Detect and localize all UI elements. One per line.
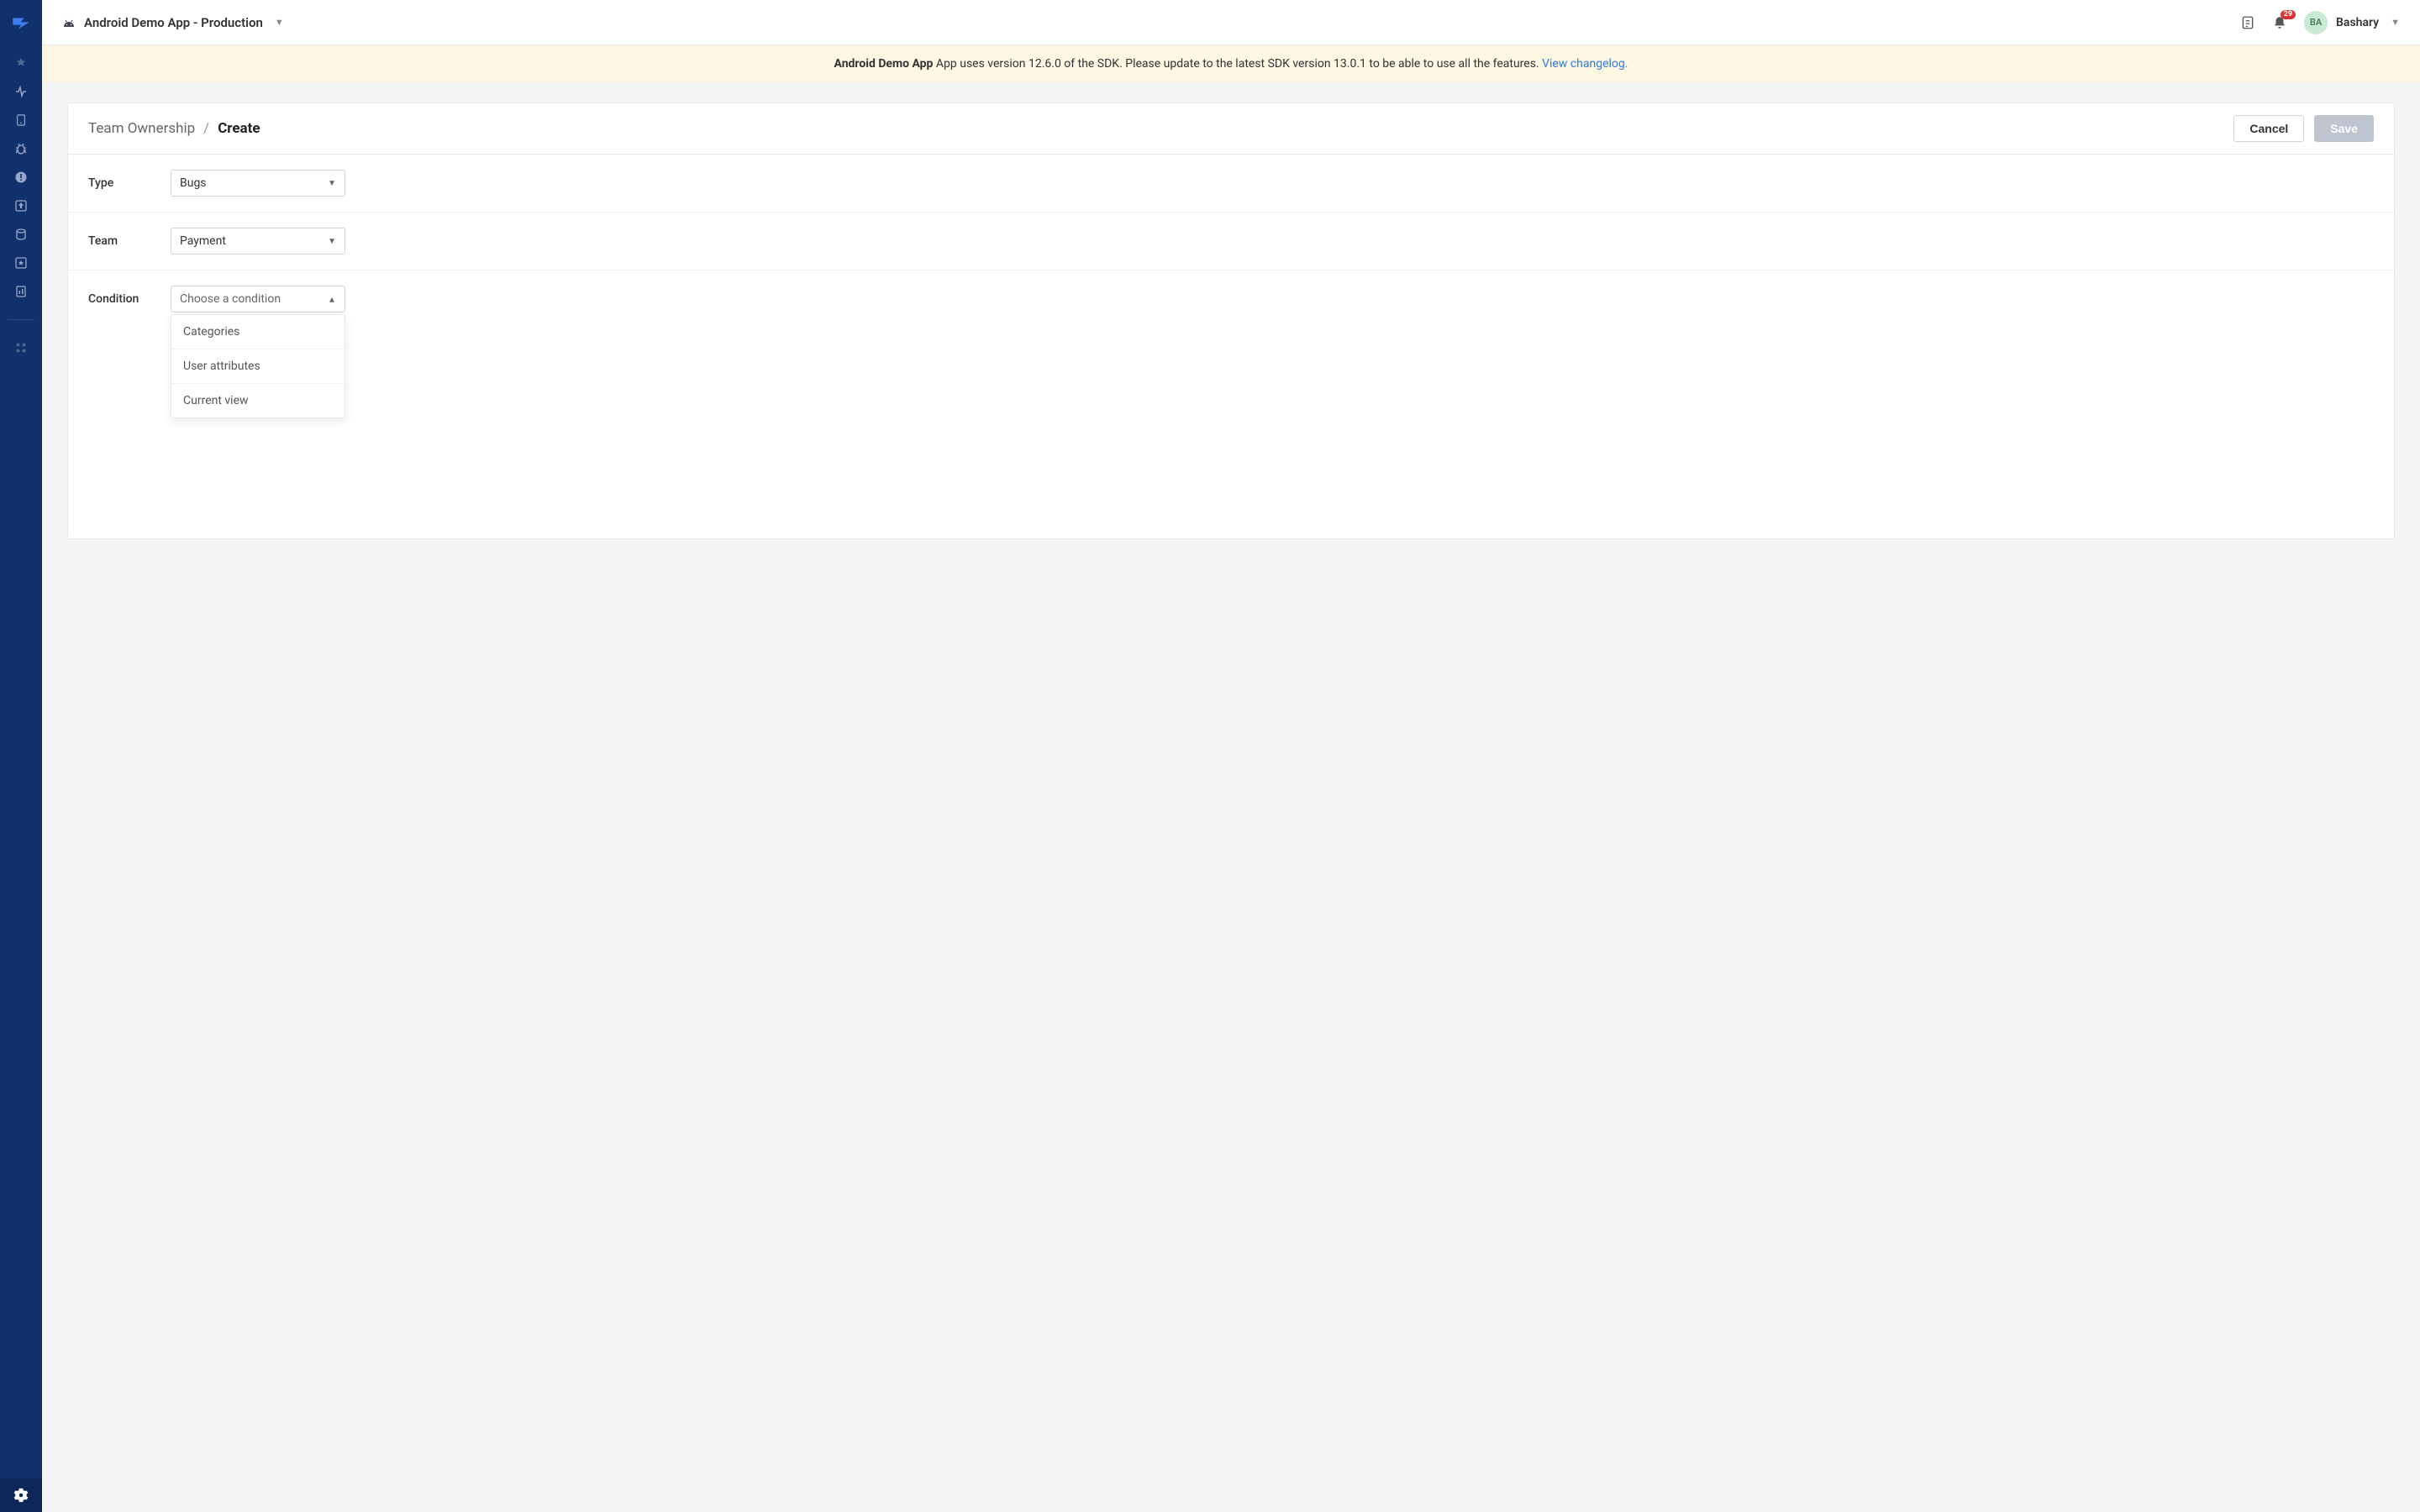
device-icon[interactable]: [13, 113, 29, 128]
chevron-down-icon: ▼: [328, 179, 336, 188]
pin-icon[interactable]: [13, 55, 29, 71]
condition-dropdown: Categories User attributes Current view: [171, 314, 345, 418]
condition-label: Condition: [88, 292, 171, 306]
chevron-up-icon: ▼: [328, 295, 336, 304]
chevron-down-icon: ▼: [328, 237, 336, 246]
condition-option-categories[interactable]: Categories: [171, 315, 345, 349]
condition-option-current-view[interactable]: Current view: [171, 384, 345, 417]
notifications-button[interactable]: 29: [2272, 15, 2287, 30]
android-icon: [62, 16, 76, 29]
view-changelog-link[interactable]: View changelog.: [1542, 57, 1628, 71]
topbar: Android Demo App - Production ▼ 29 BA Ba…: [42, 0, 2420, 45]
banner-text: App uses version 12.6.0 of the SDK. Plea…: [933, 57, 1542, 71]
activity-icon[interactable]: [13, 84, 29, 99]
chevron-down-icon: ▼: [275, 17, 284, 28]
condition-select[interactable]: Choose a condition ▼: [171, 286, 345, 312]
save-button[interactable]: Save: [2314, 115, 2374, 142]
app-name: Android Demo App - Production: [84, 15, 263, 30]
breadcrumb: Team Ownership / Create: [88, 120, 260, 137]
breadcrumb-parent[interactable]: Team Ownership: [88, 120, 195, 137]
condition-option-user-attributes[interactable]: User attributes: [171, 349, 345, 384]
features-icon[interactable]: [13, 255, 29, 270]
condition-placeholder: Choose a condition: [180, 292, 281, 306]
create-card: Team Ownership / Create Cancel Save Type…: [67, 102, 2395, 539]
team-label: Team: [88, 234, 171, 248]
notification-badge: 29: [2281, 10, 2296, 20]
notes-icon[interactable]: [2240, 15, 2255, 30]
settings-button[interactable]: [0, 1478, 42, 1512]
type-value: Bugs: [180, 176, 207, 190]
avatar: BA: [2304, 11, 2328, 34]
cancel-button[interactable]: Cancel: [2233, 115, 2304, 142]
team-select[interactable]: Payment ▼: [171, 228, 345, 255]
sidebar: [0, 0, 42, 1512]
type-label: Type: [88, 176, 171, 190]
storage-icon[interactable]: [13, 227, 29, 242]
reports-icon[interactable]: [13, 284, 29, 299]
user-menu[interactable]: BA Bashary ▼: [2304, 11, 2400, 34]
error-icon[interactable]: [13, 170, 29, 185]
app-selector[interactable]: Android Demo App - Production ▼: [62, 15, 284, 30]
releases-icon[interactable]: [13, 198, 29, 213]
apps-icon[interactable]: [13, 340, 29, 355]
breadcrumb-separator: /: [203, 120, 209, 137]
type-select[interactable]: Bugs ▼: [171, 170, 345, 197]
chevron-down-icon: ▼: [2391, 17, 2400, 28]
update-banner: Android Demo App App uses version 12.6.0…: [42, 45, 2420, 82]
logo[interactable]: [9, 12, 33, 35]
bug-icon[interactable]: [13, 141, 29, 156]
user-name: Bashary: [2336, 16, 2379, 29]
team-value: Payment: [180, 234, 226, 248]
breadcrumb-current: Create: [218, 120, 260, 137]
banner-app-name: Android Demo App: [834, 57, 934, 71]
